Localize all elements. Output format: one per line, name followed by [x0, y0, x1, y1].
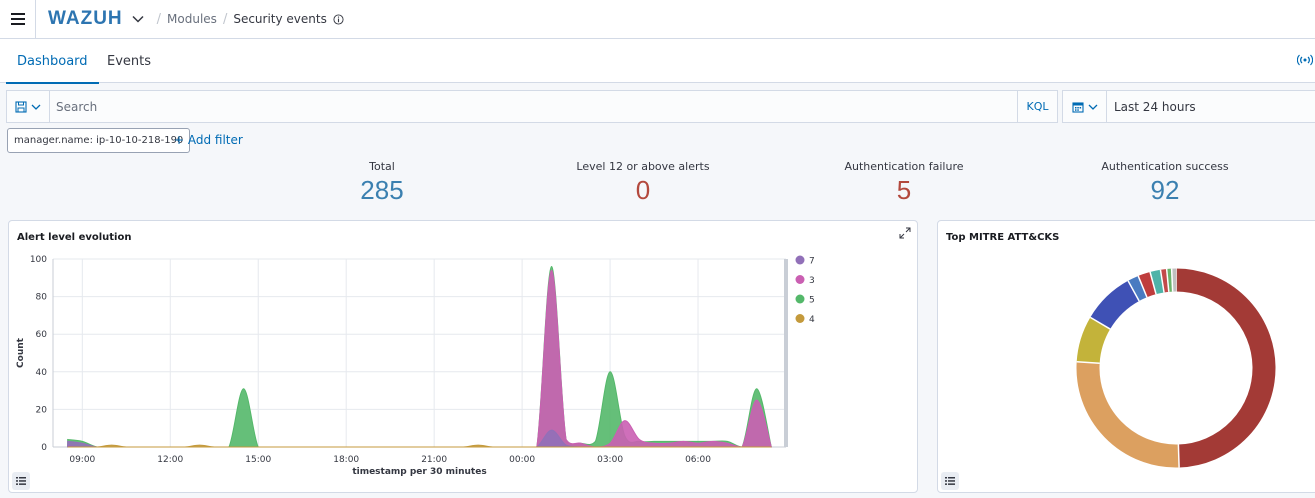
metric-auth-success: Authentication success 92 — [1065, 160, 1265, 206]
mitre-panel: Top MITRE ATT&CKS — [937, 220, 1315, 493]
alert-level-chart: 0 20 40 60 80 100 09:00 12:00 15:00 18:00 21:00 00:… — [16, 255, 815, 477]
time-range-label[interactable]: Last 24 hours — [1107, 100, 1196, 114]
broadcast-icon[interactable] — [1297, 53, 1313, 67]
x-tick-label: 18:00 — [333, 455, 359, 465]
info-icon[interactable] — [333, 13, 344, 25]
alert-level-panel: Alert level evolution 0 20 40 60 80 100 09:00 1… — [8, 220, 918, 493]
metric-value[interactable]: 92 — [1065, 175, 1265, 206]
donut-slice-separator — [1177, 444, 1180, 468]
query-bar: KQL — [6, 90, 1058, 123]
legend-swatch[interactable] — [795, 275, 805, 284]
metric-value[interactable]: 285 — [282, 175, 482, 206]
calendar-icon — [1071, 101, 1084, 113]
metric-label: Authentication failure — [844, 160, 964, 173]
area-series-5[interactable] — [67, 266, 772, 448]
legend-label[interactable]: 4 — [809, 315, 815, 325]
x-axis-label: timestamp per 30 minutes — [352, 467, 486, 477]
breadcrumb-separator: / — [222, 11, 228, 27]
x-tick-label: 06:00 — [685, 455, 711, 465]
metric-level12-alerts: Level 12 or above alerts 0 — [543, 160, 743, 206]
breadcrumb-modules[interactable]: Modules — [167, 12, 217, 26]
x-tick-label: 15:00 — [245, 455, 271, 465]
hamburger-icon — [10, 13, 25, 25]
donut-slice[interactable] — [1175, 268, 1276, 468]
y-tick-label: 0 — [41, 443, 47, 453]
x-tick-label: 03:00 — [597, 455, 623, 465]
time-picker: Last 24 hours — [1062, 90, 1315, 123]
chevron-down-icon — [1088, 104, 1097, 110]
query-language-button[interactable]: KQL — [1017, 91, 1057, 122]
donut-slice[interactable] — [1076, 361, 1180, 468]
y-tick-label: 60 — [36, 330, 48, 340]
tab-events[interactable]: Events — [96, 39, 162, 83]
metric-value[interactable]: 0 — [543, 175, 743, 206]
y-tick-label: 80 — [36, 293, 48, 303]
donut-slice[interactable] — [1076, 317, 1111, 364]
legend-swatch[interactable] — [795, 294, 805, 304]
list-icon — [945, 477, 955, 485]
donut-slice[interactable] — [1138, 271, 1157, 298]
list-icon — [16, 477, 26, 485]
top-bar: WAZUH / Modules / Security events — [0, 0, 1315, 39]
donut-slice[interactable] — [1150, 269, 1165, 295]
tabs-bar: Dashboard Events — [0, 39, 1315, 84]
tab-dashboard[interactable]: Dashboard — [6, 39, 99, 84]
y-tick-label: 40 — [36, 368, 48, 378]
saved-queries-button[interactable] — [7, 91, 50, 122]
x-tick-label: 21:00 — [421, 455, 447, 465]
legend-swatch[interactable] — [795, 314, 805, 323]
mitre-donut-chart — [1076, 268, 1276, 468]
metric-auth-failure: Authentication failure 5 — [804, 160, 1004, 206]
metric-total: Total 285 — [282, 160, 482, 206]
legend-toggle-button[interactable] — [12, 472, 30, 490]
x-tick-label: 09:00 — [69, 455, 95, 465]
chevron-down-icon[interactable] — [131, 12, 145, 26]
y-tick-label: 100 — [30, 255, 47, 265]
chevron-down-icon — [31, 104, 41, 110]
legend-toggle-button[interactable] — [941, 472, 959, 490]
metric-value[interactable]: 5 — [804, 175, 1004, 206]
donut-slice[interactable] — [1128, 275, 1148, 302]
wazuh-logo[interactable]: WAZUH — [48, 8, 123, 30]
donut-slice-separator — [1170, 268, 1174, 292]
quick-select-button[interactable] — [1063, 91, 1107, 122]
breadcrumb-separator: / — [156, 11, 162, 27]
x-tick-label: 12:00 — [157, 455, 183, 465]
legend-label[interactable]: 5 — [809, 296, 815, 306]
legend-label[interactable]: 3 — [809, 276, 815, 286]
search-input[interactable] — [50, 91, 1017, 122]
y-tick-label: 20 — [36, 405, 48, 415]
filter-pill-manager-name[interactable]: manager.name: ip-10-10-218-190 — [7, 128, 191, 153]
y-axis-label: Count — [16, 337, 26, 368]
x-tick-label: 00:00 — [509, 455, 535, 465]
save-icon — [15, 100, 27, 113]
metric-label: Level 12 or above alerts — [576, 160, 710, 173]
legend-swatch[interactable] — [795, 255, 805, 265]
legend-label[interactable]: 7 — [809, 257, 815, 267]
donut-slice[interactable] — [1090, 280, 1140, 330]
add-filter-button[interactable]: + Add filter — [174, 133, 243, 147]
metric-label: Authentication success — [1101, 160, 1229, 173]
menu-toggle-button[interactable] — [0, 0, 36, 39]
breadcrumb-security-events: Security events — [233, 12, 327, 26]
donut-slice[interactable] — [1160, 268, 1169, 293]
metric-label: Total — [369, 160, 395, 173]
